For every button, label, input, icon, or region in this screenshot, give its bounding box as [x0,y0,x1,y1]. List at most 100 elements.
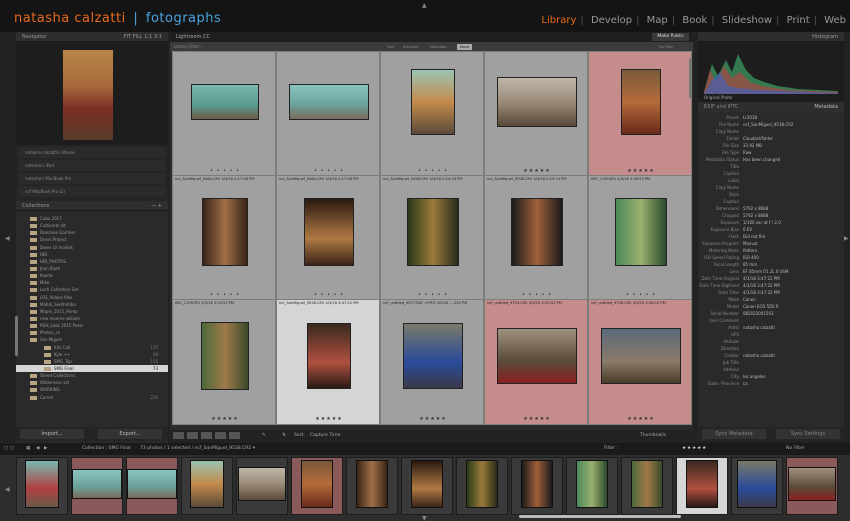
collection-item[interactable]: Maple_2015_Primp [16,308,168,315]
collection-item[interactable]: HDI [16,251,168,258]
metadata-row[interactable]: Metadata Status Has been changed [698,156,844,163]
metadata-row[interactable]: Copy Name [698,184,844,191]
filter-text-option[interactable]: Text [384,44,397,50]
metadata-value[interactable]: 85 mm [743,261,757,268]
filmstrip-thumbnail[interactable] [731,457,783,515]
collection-item[interactable]: Mahdi_Seethimba [16,301,168,308]
painter-icon[interactable]: ✎ [262,430,266,441]
metadata-row[interactable]: Altitude [698,338,844,345]
collection-item[interactable]: Wilderness set [16,379,168,386]
metadata-value[interactable]: Has been changed [743,156,780,163]
filter-metadata-option[interactable]: Metadata [427,44,450,50]
metadata-row[interactable]: Caption [698,198,844,205]
collection-item[interactable]: Dvers Project [16,236,168,243]
metadata-value[interactable]: Pattern [743,247,757,254]
left-panel-toggle-icon[interactable]: ◀ [5,235,10,242]
filter-attribute-option[interactable]: Attribute [400,44,421,50]
photo-thumbnail[interactable] [497,77,577,127]
photo-thumbnail[interactable] [621,69,661,135]
navigator-header[interactable]: Navigator FIT FILL 1:1 3:1 [16,32,168,42]
collections-header[interactable]: Collections — + [16,201,168,211]
module-slideshow[interactable]: Slideshow [722,15,772,26]
photo-thumbnail[interactable] [615,198,667,266]
module-library[interactable]: Library [541,15,576,26]
collection-item[interactable]: Cultivarts olt [16,222,168,229]
photo-rating[interactable]: ★★★★★ [485,168,589,174]
photo-thumbnail[interactable] [403,323,463,389]
photo-cell[interactable]: ★★★★★ [484,51,588,177]
filmstrip-thumbnail[interactable] [126,457,178,515]
metadata-preset-label[interactable]: EXIF and IPTC [704,102,738,112]
photo-cell[interactable]: • • • • • [380,51,484,177]
metadata-value[interactable]: Manual [743,240,758,247]
forward-icon[interactable]: ▶ [44,443,47,455]
filter-preset-select[interactable]: No Filter [656,44,677,50]
filmstrip-thumbnail[interactable] [511,457,563,515]
photo-cell[interactable]: • • • • • IMG_1149.JPG 4/3/18 3:38:53 PM [588,175,692,301]
photo-rating[interactable]: ★★★★★ [173,416,277,422]
metadata-row[interactable]: Caption [698,170,844,177]
photo-rating[interactable]: • • • • • [277,168,381,174]
module-develop[interactable]: Develop [591,15,632,26]
metadata-row[interactable]: City los angeles [698,373,844,380]
metadata-value[interactable]: 4/3/18 3:47:22 PM [743,282,780,289]
metadata-value[interactable]: ca [743,380,748,387]
metadata-row[interactable]: User Comment [698,317,844,324]
metadata-value[interactable]: 5792 x 8688 [743,212,768,219]
metadata-row[interactable]: Model Canon EOS 5DS R [698,303,844,310]
collection-item[interactable]: Dwen Lil models [16,244,168,251]
grid-shortcut-icon[interactable]: ▦ [26,443,30,455]
collection-item[interactable]: Cornel 226 [16,394,168,401]
photo-cell[interactable]: ★★★★★ ncf_SanMiguel_9538.CR2 4/3/18 3:47:… [276,299,380,425]
grid-scrollbar[interactable] [689,58,692,98]
metadata-row[interactable]: Creator natasha calzatti [698,352,844,359]
metadata-row[interactable]: Date Time Original 4/3/18 3:47:22 PM [698,275,844,282]
top-panel-toggle-icon[interactable]: ▲ [422,2,427,9]
metadata-row[interactable]: State / Province ca [698,380,844,387]
metadata-value[interactable]: natasha calzatti [743,324,775,331]
filmstrip-thumbnail[interactable] [181,457,233,515]
photo-thumbnail[interactable] [511,198,563,266]
photo-cell[interactable]: ★★★★★ ncf_untitled_9077.RAF +JPEG 4/9/16 … [380,299,484,425]
filmstrip-thumbnail[interactable] [401,457,453,515]
filmstrip-thumbnail[interactable] [346,457,398,515]
publish-service-item[interactable]: natasha's iPad [19,160,165,171]
filter-none-option[interactable]: None [457,44,473,50]
collection-item[interactable]: Koerte [16,272,168,279]
collection-item[interactable]: San Miguel [16,336,168,343]
right-panel-toggle-icon[interactable]: ▶ [844,235,849,242]
metadata-value[interactable]: Raw [743,149,751,156]
metadata-row[interactable]: Lens EF 85mm f/1.2L II USM [698,268,844,275]
metadata-value[interactable]: Lr2018 [743,114,757,121]
module-map[interactable]: Map [647,15,668,26]
publish-service-item[interactable]: natasha calzatti's iPhone [19,147,165,158]
filmstrip-source[interactable]: Collection : SMG Final [82,443,131,455]
compare-view-icon[interactable] [201,432,212,439]
collection-item[interactable]: Street Collections [16,372,168,379]
photo-rating[interactable]: ★★★★★ [589,168,693,174]
photo-rating[interactable]: ★★★★★ [589,416,693,422]
photo-cell[interactable]: ★★★★★ ncf_untitled_9796.CR2 4/3/15 3:38:1… [588,299,692,425]
filmstrip-thumbnail[interactable] [16,457,68,515]
back-icon[interactable]: ◀ [36,443,39,455]
metadata-value[interactable]: Did not fire [743,233,765,240]
photo-rating[interactable]: • • • • • [173,168,277,174]
metadata-value[interactable]: 5792 x 8688 [743,205,768,212]
metadata-header[interactable]: EXIF and IPTC Metadata [698,102,844,112]
metadata-row[interactable]: Flash Did not fire [698,233,844,240]
filmstrip-thumbnail[interactable] [566,457,618,515]
filter-stars-icon[interactable]: ★★★★★ [682,443,707,455]
collection-item[interactable]: SMG Final 73 [16,364,168,373]
photo-thumbnail[interactable] [407,198,459,266]
metadata-row[interactable]: Date Time Digitized 4/3/18 3:47:22 PM [698,282,844,289]
photo-rating[interactable]: • • • • • [589,292,693,298]
filmstrip-thumbnail[interactable] [676,457,728,515]
collection-item[interactable]: Mike [16,279,168,286]
filmstrip-thumbnail[interactable] [236,457,288,515]
bottom-panel-toggle-icon[interactable]: ▼ [422,515,427,521]
metadata-row[interactable]: Artist natasha calzatti [698,324,844,331]
make-public-button[interactable]: Make Public [652,33,689,41]
filmstrip-left-icon[interactable]: ◀ [5,486,10,493]
metadata-row[interactable]: File Type Raw [698,149,844,156]
collection-item[interactable]: SMG_Top 106 [16,358,168,365]
